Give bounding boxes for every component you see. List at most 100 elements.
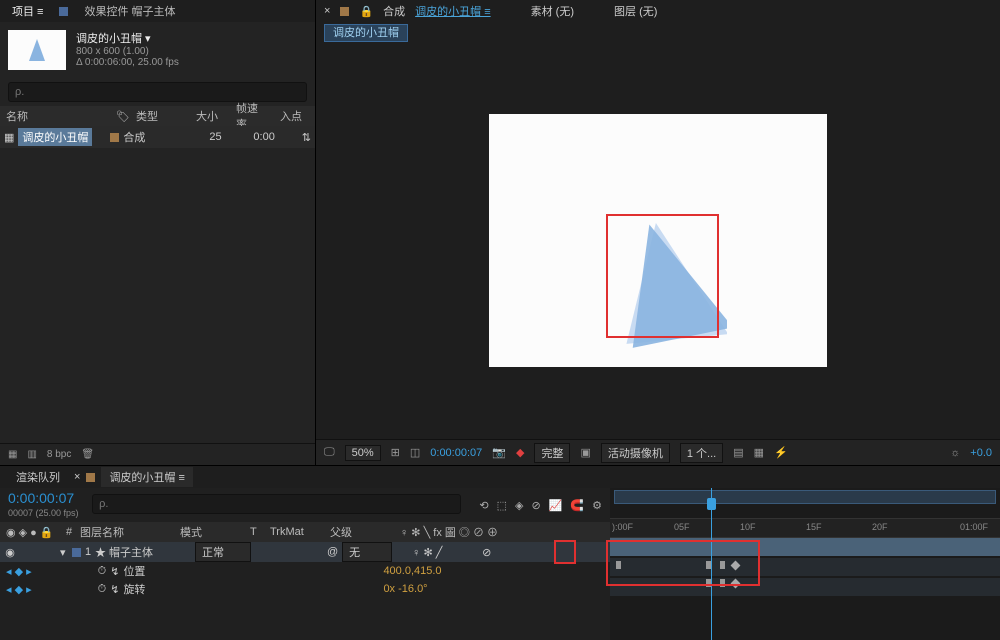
av-icons[interactable]: ◉ ◈ ● 🔒 [0,526,60,539]
viewer-panel: × 🔒 合成 调皮的小丑帽 ≡ 素材 (无) 图层 (无) 调皮的小丑帽 [316,0,1000,465]
highlight-box-keyframes [606,540,760,586]
prop-rotation-label[interactable]: 旋转 [123,581,383,597]
pickwhip-icon[interactable]: @ [327,546,338,558]
region-icon[interactable]: ▣ [580,446,590,459]
bpc-label[interactable]: 8 bpc [47,449,71,460]
draft3d-icon[interactable]: ⬚ [497,499,507,512]
view-icon[interactable]: ▤ [733,446,743,459]
motion-blur-icon[interactable]: ⊘ [532,499,541,512]
eye-icon[interactable]: ◉ [0,546,20,559]
col-size[interactable]: 大小 [190,108,230,124]
work-area[interactable] [614,490,996,504]
tick: 15F [806,522,822,532]
tag-icon[interactable]: 🏷 [110,110,130,123]
timeline-right[interactable]: ):00F 05F 10F 15F 20F 01:00F [610,488,1000,640]
col-name[interactable]: 名称 [0,108,110,124]
lock-icon[interactable]: 🔒 [359,5,373,18]
prop-rotation-row: ◂ ◆ ▸ ⏱ ↯ 旋转 0x -16.0° [0,580,610,598]
mode-dropdown[interactable]: 正常 [195,542,251,562]
col-in[interactable]: 入点 [274,108,308,124]
crumb-item[interactable]: 调皮的小丑帽 [324,24,408,42]
monitor-icon[interactable]: 🖵 [324,446,335,459]
graph-icon[interactable]: 📈 [549,499,563,512]
folder-icon[interactable]: ▥ [27,449,36,460]
timeline-tabs: 渲染队列 × 调皮的小丑帽 ≡ [0,466,1000,488]
canvas-area[interactable] [316,42,1000,439]
mask-icon[interactable]: ◫ [410,446,420,459]
comp-thumbnail[interactable] [8,30,66,70]
hdr-layer[interactable]: 图层名称 [74,524,174,540]
frame-blend-icon[interactable]: ◈ [515,499,523,512]
pixel-icon[interactable]: ▦ [754,446,764,459]
hdr-trkmat[interactable]: TrkMat [264,526,324,538]
canvas[interactable] [489,114,827,367]
timeline-timecode[interactable]: 0:00:00:07 [0,488,82,508]
tab-layer[interactable]: 图层 (无) [614,3,657,19]
highlight-box-switch [554,540,576,564]
tab-close-icon[interactable]: × [74,471,80,483]
tab-effects[interactable]: 效果控件 帽子主体 [78,0,181,22]
prop-position-label[interactable]: 位置 [123,563,383,579]
viewer-timecode[interactable]: 0:00:00:07 [430,447,482,459]
comp-link[interactable]: 调皮的小丑帽 ≡ [415,3,490,19]
close-icon[interactable]: × [324,5,330,17]
trash-icon[interactable]: 🗑 [81,449,94,460]
tab-project[interactable]: 项目 ≡ [6,0,49,22]
zoom-dropdown[interactable]: 50% [345,445,381,461]
project-columns: 名称 🏷 类型 大小 帧速率 入点 [0,106,315,126]
prop-position-value[interactable]: 400.0,415.0 [383,565,441,577]
snap-icon[interactable]: 🧲 [570,499,584,512]
stopwatch-icon[interactable]: ⏱ [98,565,107,578]
timeline-tc-sub: 00007 (25.00 fps) [0,508,82,518]
snapshot-icon[interactable]: 📷 [492,446,506,459]
project-footer: ▦ ▥ 8 bpc 🗑 [0,443,315,465]
asset-in: 0:00 [253,131,274,143]
asset-type: 合成 [119,129,169,145]
hdr-t[interactable]: T [244,526,264,538]
kf-nav-rot[interactable]: ◂ ◆ ▸ [0,583,38,596]
prop-rotation-value[interactable]: 0x -16.0° [383,583,427,595]
views-dropdown[interactable]: 1 个... [680,443,723,463]
asset-row[interactable]: ▦ 调皮的小丑帽 合成 25 0:00 ⇅ [0,126,315,148]
comp-swatch [340,7,349,16]
timeline-search-input[interactable] [92,494,461,514]
playhead-head[interactable] [707,498,716,510]
interpret-icon[interactable]: ▦ [8,449,17,460]
grid-icon[interactable]: ⊞ [391,446,400,459]
switches-icon[interactable]: ⚙ [592,499,602,512]
tick: 01:00F [960,522,988,532]
twirl-icon[interactable]: ▾ [60,546,72,559]
hdr-num: # [60,526,74,538]
comp-header: 调皮的小丑帽 ▾ 800 x 600 (1.00) Δ 0:00:06:00, … [0,22,315,78]
tick: 20F [872,522,888,532]
prop-position-row: ◂ ◆ ▸ ⏱ ↯ 位置 400.0,415.0 [0,562,610,580]
layer-num: 1 [81,546,95,558]
flow-icon[interactable]: ⇅ [302,131,315,144]
exposure-value[interactable]: +0.0 [970,447,992,459]
quality-dropdown[interactable]: 完整 [534,443,570,463]
time-ruler[interactable]: ):00F 05F 10F 15F 20F 01:00F [610,518,1000,538]
tab-render-queue[interactable]: 渲染队列 [8,467,68,487]
hdr-parent[interactable]: 父级 [324,524,394,540]
channel-icon[interactable]: ◆ [516,446,524,459]
hdr-mode[interactable]: 模式 [174,524,244,540]
project-search-input[interactable] [8,82,307,102]
layer-row[interactable]: ◉ ▾ 1 ★ 帽子主体 正常 @ 无 ♀ ✻ ╱ ⊘ [0,542,610,562]
comp-duration: Δ 0:00:06:00, 25.00 fps [76,57,179,68]
motion-blur-toggle[interactable]: ⊘ [482,546,491,559]
layer-name[interactable]: ★ 帽子主体 [95,544,195,560]
shy-icon[interactable]: ⟲ [479,499,488,512]
col-type[interactable]: 类型 [130,108,190,124]
hdr-switches[interactable]: ♀ ✻ ╲ fx 圖 ◎ ⊘ ⊕ [394,524,514,540]
layer-switches[interactable]: ♀ ✻ ╱ [412,546,472,559]
tab-footage[interactable]: 素材 (无) [531,3,574,19]
stopwatch-icon[interactable]: ⏱ [98,583,107,596]
kf-nav-pos[interactable]: ◂ ◆ ▸ [0,565,38,578]
exposure-icon[interactable]: ☼ [950,447,960,459]
tab-comp-timeline[interactable]: 调皮的小丑帽 ≡ [101,467,192,487]
camera-dropdown[interactable]: 活动摄像机 [601,443,670,463]
parent-dropdown[interactable]: 无 [342,542,392,562]
tab-comp-label: 合成 [383,3,405,19]
fast-icon[interactable]: ⚡ [774,446,788,459]
layer-color[interactable] [72,548,81,557]
